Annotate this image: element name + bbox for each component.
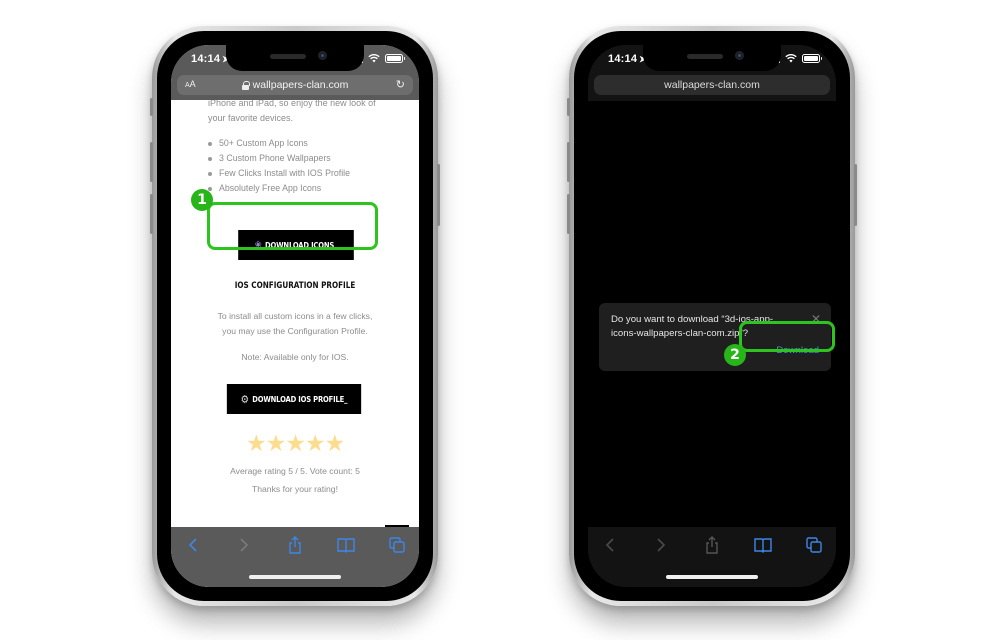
gear-icon: ⚙ bbox=[240, 392, 249, 406]
phone-right: wallpapers-clan.com 14:14➤ Do you want t… bbox=[567, 26, 857, 606]
rating-summary: Average rating 5 / 5. Vote count: 5 bbox=[230, 466, 360, 476]
power-button bbox=[437, 164, 440, 226]
list-item: Few Clicks Install with IOS Profile bbox=[208, 166, 350, 181]
star-icon[interactable]: ★ bbox=[285, 430, 306, 457]
safari-toolbar bbox=[588, 527, 836, 587]
mute-switch bbox=[567, 98, 570, 116]
status-time: 14:14➤ bbox=[191, 53, 230, 65]
back-icon[interactable] bbox=[600, 535, 620, 555]
list-item: 3 Custom Phone Wallpapers bbox=[208, 151, 350, 166]
star-icon[interactable]: ★ bbox=[266, 430, 287, 457]
list-item: 50+ Custom App Icons bbox=[208, 136, 350, 151]
tabs-icon[interactable] bbox=[804, 535, 824, 555]
share-icon[interactable] bbox=[702, 535, 722, 555]
back-icon[interactable] bbox=[183, 535, 203, 555]
config-heading: IOS CONFIGURATION PROFILE bbox=[234, 281, 356, 291]
screen-left: iPhone and iPad, so enjoy the new look o… bbox=[171, 45, 419, 587]
volume-down-button bbox=[150, 194, 153, 234]
home-indicator[interactable] bbox=[666, 575, 758, 579]
intro-paragraph: iPhone and iPad, so enjoy the new look o… bbox=[208, 100, 398, 126]
star-rating[interactable]: ★★★★★ bbox=[171, 430, 419, 457]
intro-line: iPhone and iPad, so enjoy the new look o… bbox=[208, 100, 376, 108]
mute-switch bbox=[150, 98, 153, 116]
config-text: To install all custom icons in a few cli… bbox=[171, 309, 419, 339]
url-text: wallpapers-clan.com bbox=[252, 79, 349, 91]
home-indicator[interactable] bbox=[249, 575, 341, 579]
wifi-icon bbox=[368, 53, 380, 63]
bookmarks-icon[interactable] bbox=[336, 535, 356, 555]
bezel: iPhone and iPad, so enjoy the new look o… bbox=[157, 31, 433, 601]
status-time: 14:14➤ bbox=[608, 53, 647, 65]
address-bar[interactable]: AA wallpapers-clan.com ↻ bbox=[177, 75, 413, 95]
highlight-step-2 bbox=[739, 321, 835, 352]
note-text: Note: Available only for IOS. bbox=[241, 352, 349, 362]
safari-toolbar bbox=[171, 527, 419, 587]
step-badge-1: 1 bbox=[191, 189, 213, 211]
download-profile-label: DOWNLOAD IOS PROFILE_ bbox=[252, 394, 348, 404]
intro-line: your favorite devices. bbox=[208, 113, 294, 123]
config-text-line: you may use the Configuration Profile. bbox=[222, 326, 368, 336]
volume-down-button bbox=[567, 194, 570, 234]
share-icon[interactable] bbox=[285, 535, 305, 555]
bookmarks-icon[interactable] bbox=[753, 535, 773, 555]
web-page: iPhone and iPad, so enjoy the new look o… bbox=[171, 100, 419, 542]
bezel: wallpapers-clan.com 14:14➤ Do you want t… bbox=[574, 31, 850, 601]
reload-icon[interactable]: ↻ bbox=[396, 78, 405, 91]
highlight-step-1 bbox=[207, 202, 378, 250]
phone-left: iPhone and iPad, so enjoy the new look o… bbox=[150, 26, 440, 606]
config-text-line: To install all custom icons in a few cli… bbox=[217, 311, 373, 321]
feature-list: 50+ Custom App Icons 3 Custom Phone Wall… bbox=[208, 136, 350, 196]
star-icon[interactable]: ★ bbox=[324, 430, 345, 457]
forward-icon[interactable] bbox=[651, 535, 671, 555]
download-profile-button[interactable]: ⚙ DOWNLOAD IOS PROFILE_ bbox=[226, 384, 362, 414]
wifi-icon bbox=[785, 53, 797, 63]
notch bbox=[643, 45, 781, 71]
battery-icon bbox=[385, 53, 405, 63]
forward-icon[interactable] bbox=[234, 535, 254, 555]
power-button bbox=[854, 164, 857, 226]
notch bbox=[226, 45, 364, 71]
star-icon[interactable]: ★ bbox=[246, 430, 267, 457]
volume-up-button bbox=[567, 142, 570, 182]
step-badge-2: 2 bbox=[724, 344, 746, 366]
volume-up-button bbox=[150, 142, 153, 182]
lock-icon bbox=[241, 81, 250, 90]
list-item: Absolutely Free App Icons bbox=[208, 181, 350, 196]
rating-thanks: Thanks for your rating! bbox=[252, 484, 338, 494]
text-size-button[interactable]: AA bbox=[185, 79, 196, 89]
battery-icon bbox=[802, 53, 822, 63]
url-text: wallpapers-clan.com bbox=[664, 79, 760, 91]
screen-right: wallpapers-clan.com 14:14➤ Do you want t… bbox=[588, 45, 836, 587]
tabs-icon[interactable] bbox=[387, 535, 407, 555]
address-bar[interactable]: wallpapers-clan.com bbox=[594, 75, 830, 95]
star-icon[interactable]: ★ bbox=[305, 430, 326, 457]
